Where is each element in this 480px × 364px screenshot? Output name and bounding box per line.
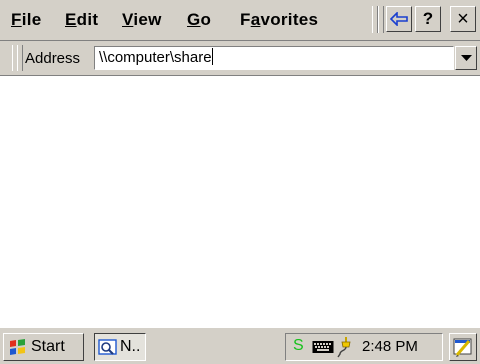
address-bar-grip-2[interactable] (17, 45, 23, 71)
menu-go[interactable]: Go (187, 10, 211, 30)
toolbar-grip-2[interactable] (378, 6, 384, 33)
address-label: Address (25, 50, 81, 67)
close-button[interactable]: × (450, 6, 476, 32)
power-plug-icon[interactable] (336, 336, 356, 358)
text-caret (211, 48, 213, 65)
clock[interactable]: 2:48 PM (362, 338, 418, 355)
start-label: Start (31, 338, 65, 355)
menu-edit[interactable]: Edit (65, 10, 98, 30)
tray-s-icon[interactable]: S (293, 337, 304, 355)
menu-view[interactable]: View (122, 10, 162, 30)
close-icon: × (457, 7, 469, 30)
desktop-button[interactable] (449, 333, 477, 361)
back-arrow-icon (390, 12, 408, 26)
menu-favorites[interactable]: Favorites (240, 10, 318, 30)
keyboard-icon[interactable] (312, 340, 334, 354)
help-button[interactable]: ? (415, 6, 441, 32)
address-value: \\computer\share (99, 49, 212, 66)
windows-flag-icon (10, 339, 25, 355)
help-icon: ? (422, 9, 434, 28)
menu-bar: File Edit View Go Favorites ? × (0, 0, 480, 41)
content-area[interactable] (0, 76, 480, 327)
start-button[interactable]: Start (3, 333, 84, 361)
taskbar: Start N.. S 2:48 PM (0, 327, 480, 364)
address-dropdown-button[interactable] (455, 46, 477, 70)
explorer-icon (98, 339, 117, 355)
show-desktop-icon (453, 338, 472, 357)
back-button[interactable] (386, 6, 412, 32)
taskbar-explorer-button[interactable]: N.. (94, 333, 146, 361)
address-bar: Address \\computer\share (0, 41, 480, 76)
menu-file[interactable]: File (11, 10, 42, 30)
task-label: N.. (120, 338, 141, 355)
address-input[interactable]: \\computer\share (94, 46, 454, 70)
chevron-down-icon (460, 54, 472, 61)
system-tray: S 2:48 PM (285, 333, 443, 361)
